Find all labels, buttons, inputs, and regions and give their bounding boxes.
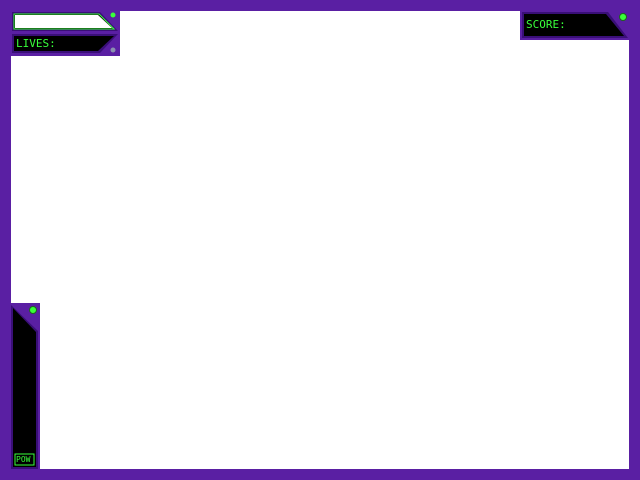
top-right-hud-panel: SCORE:	[520, 0, 640, 40]
lives-label: LIVES:	[16, 37, 56, 50]
power-label: POW	[16, 455, 31, 464]
green-gem-icon	[619, 13, 627, 21]
power-meter	[13, 308, 36, 467]
power-hud-panel: POW	[0, 303, 40, 480]
score-label: SCORE:	[526, 18, 566, 31]
rivet-icon	[110, 12, 116, 18]
health-bar-fill	[15, 15, 112, 28]
top-left-hud-panel: LIVES:	[0, 0, 120, 56]
rivet-icon	[110, 47, 116, 53]
game-playfield[interactable]	[11, 11, 629, 469]
green-gem-icon	[29, 306, 37, 314]
game-frame: LIVES: SCORE: POW	[0, 0, 640, 480]
